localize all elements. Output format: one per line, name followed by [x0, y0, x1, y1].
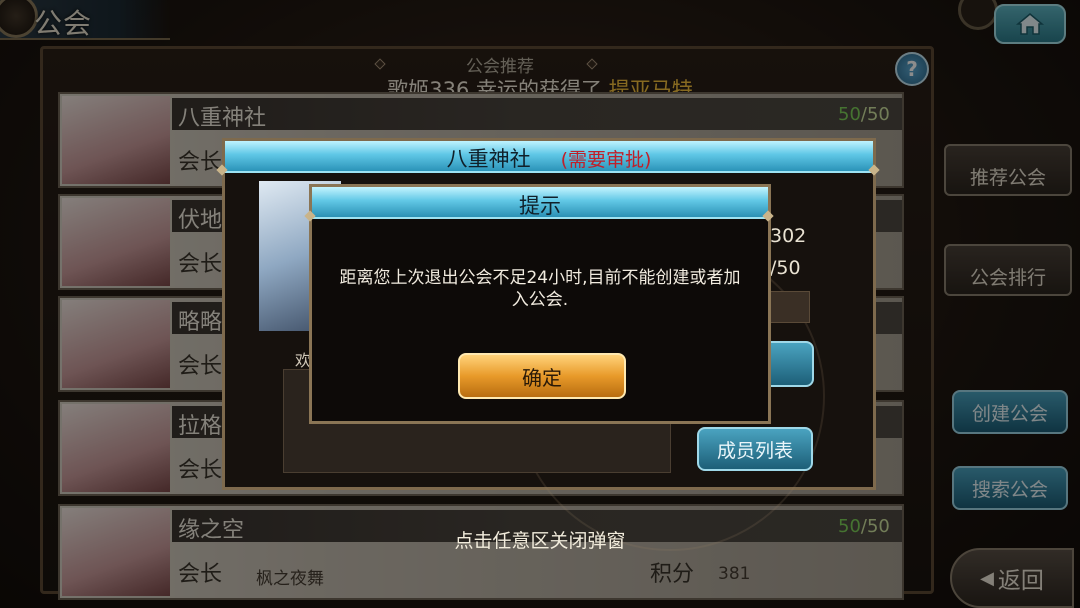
confirm-button[interactable]: 确定 [458, 353, 626, 399]
alert-dialog: 提示 距离您上次退出公会不足24小时,目前不能创建或者加入公会. 确定 [309, 184, 771, 424]
member-list-button[interactable]: 成员列表 [697, 427, 813, 471]
member-list-label: 成员列表 [716, 439, 793, 462]
detail-title: 八重神社 (需要审批) [225, 143, 873, 173]
confirm-label: 确定 [522, 365, 562, 390]
detail-field [770, 291, 810, 323]
close-hint-text: 点击任意区关闭弹窗 [454, 530, 626, 552]
approval-required-label: (需要审批) [560, 149, 652, 171]
guild-id-value: 302 [770, 225, 807, 247]
join-guild-button[interactable] [770, 341, 814, 387]
guild-capacity-value: /50 [770, 257, 801, 279]
alert-title: 提示 [519, 194, 561, 218]
alert-message: 距离您上次退出公会不足24小时,目前不能创建或者加入公会. [339, 268, 741, 310]
detail-guild-name: 八重神社 [446, 147, 531, 171]
